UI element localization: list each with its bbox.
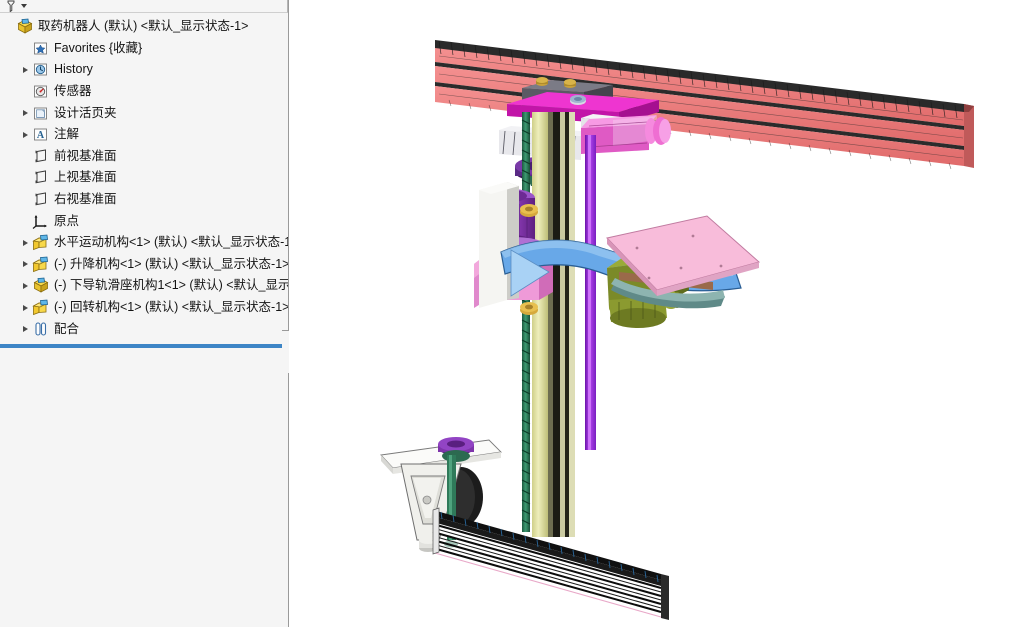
origin-icon — [32, 213, 50, 230]
tree-item[interactable]: History — [0, 59, 288, 81]
history-folder-icon — [32, 61, 50, 78]
annotations-folder-icon: A — [32, 126, 50, 143]
subassembly-icon — [32, 299, 50, 316]
tree-item[interactable]: (-) 下导轨滑座机构1<1> (默认) <默认_显示状态-1> — [0, 275, 288, 297]
feature-manager-panel: 取药机器人 (默认) <默认_显示状态-1> Favorites {收藏} Hi… — [0, 0, 290, 627]
favorites-folder-icon — [32, 40, 50, 57]
tree-item[interactable]: 原点 — [0, 210, 288, 232]
tree-item-label: Favorites {收藏} — [54, 40, 143, 55]
tree-item-label: (-) 回转机构<1> (默认) <默认_显示状态-1> — [54, 300, 288, 315]
mid-assembly: LX — [474, 182, 761, 328]
subassembly-icon — [32, 256, 50, 273]
tree-item-label: 取药机器人 (默认) <默认_显示状态-1> — [38, 19, 249, 34]
expand-arrow-icon[interactable] — [19, 305, 32, 311]
tree-item-label: 注解 — [54, 127, 80, 142]
plane-icon — [32, 169, 50, 186]
tree-item[interactable]: 水平运动机构<1> (默认) <默认_显示状态-1> — [0, 232, 288, 254]
tree-item[interactable]: 取药机器人 (默认) <默认_显示状态-1> — [0, 16, 288, 38]
design-tree: 取药机器人 (默认) <默认_显示状态-1> Favorites {收藏} Hi… — [0, 13, 288, 340]
assembly-icon — [16, 18, 34, 35]
chevron-down-icon[interactable] — [21, 4, 27, 8]
expand-arrow-icon[interactable] — [19, 240, 32, 246]
plane-icon — [32, 191, 50, 208]
tree-item-label: 传感器 — [54, 84, 92, 99]
tree-item[interactable]: 传感器 — [0, 81, 288, 103]
mates-paperclip-icon — [32, 321, 50, 338]
tree-item-label: 右视基准面 — [54, 192, 117, 207]
tree-item[interactable]: (-) 回转机构<1> (默认) <默认_显示状态-1> — [0, 297, 288, 319]
tree-item-label: 前视基准面 — [54, 148, 117, 163]
tree-item[interactable]: (-) 升降机构<1> (默认) <默认_显示状态-1> — [0, 254, 288, 276]
tree-item[interactable]: 配合 — [0, 318, 288, 340]
panel-empty-area — [0, 348, 288, 627]
tree-item-label: (-) 升降机构<1> (默认) <默认_显示状态-1> — [54, 256, 288, 271]
tree-item-label: 上视基准面 — [54, 170, 117, 185]
design-binder-folder-icon — [32, 105, 50, 122]
expand-arrow-icon[interactable] — [19, 67, 32, 73]
tree-item-label: 水平运动机构<1> (默认) <默认_显示状态-1> — [54, 235, 288, 250]
expand-arrow-icon[interactable] — [19, 283, 32, 289]
tree-item[interactable]: 设计活页夹 — [0, 102, 288, 124]
plane-icon — [32, 148, 50, 165]
expand-arrow-icon[interactable] — [19, 326, 32, 332]
svg-text:A: A — [37, 130, 45, 141]
tree-item[interactable]: 前视基准面 — [0, 146, 288, 168]
tree-item-label: 原点 — [54, 213, 80, 228]
expand-arrow-icon[interactable] — [19, 261, 32, 267]
tree-item[interactable]: Favorites {收藏} — [0, 38, 288, 60]
tree-item-label: 设计活页夹 — [54, 105, 117, 120]
expand-arrow-icon[interactable] — [19, 132, 32, 138]
graphics-area[interactable]: LX — [289, 0, 1031, 627]
tree-item[interactable]: A 注解 — [0, 124, 288, 146]
tree-item-label: (-) 下导轨滑座机构1<1> (默认) <默认_显示状态-1> — [54, 278, 288, 293]
tree-item-label: 配合 — [54, 321, 80, 336]
expand-arrow-icon[interactable] — [19, 110, 32, 116]
feature-manager-toolbar[interactable] — [0, 0, 288, 13]
vertical-column — [521, 112, 596, 537]
assembly-3d-model: LX — [380, 40, 974, 620]
tree-item[interactable]: 上视基准面 — [0, 167, 288, 189]
assembly-icon — [32, 277, 50, 294]
subassembly-icon — [32, 234, 50, 251]
filter-funnel-icon[interactable] — [6, 0, 16, 12]
sensors-folder-icon — [32, 83, 50, 100]
tree-item[interactable]: 右视基准面 — [0, 189, 288, 211]
tree-item-label: History — [54, 62, 93, 77]
solidworks-window: 取药机器人 (默认) <默认_显示状态-1> Favorites {收藏} Hi… — [0, 0, 1031, 627]
